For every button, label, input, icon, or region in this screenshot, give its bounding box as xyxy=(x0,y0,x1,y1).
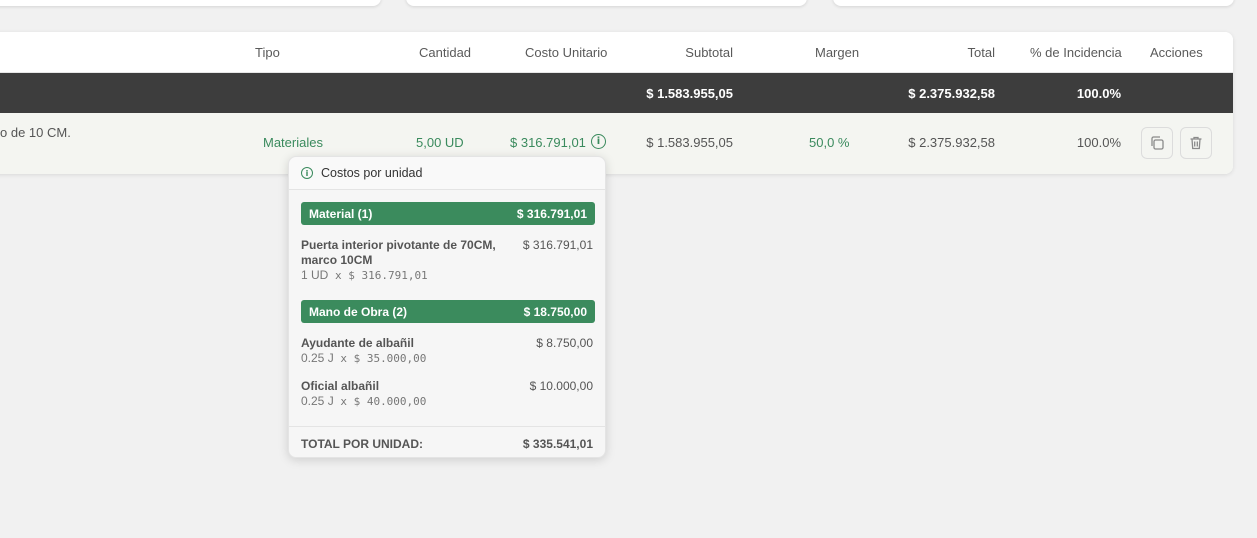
popover-header: i Costos por unidad xyxy=(289,157,605,190)
item-unit-price: x $ 40.000,00 xyxy=(340,395,427,408)
summary-total: $ 2.375.932,58 xyxy=(908,86,995,101)
popover-title: Costos por unidad xyxy=(321,166,423,180)
summary-subtotal: $ 1.583.955,05 xyxy=(646,86,733,101)
item-name: Puerta interior pivotante de 70CM, marco… xyxy=(301,238,496,267)
table-header: Tipo Cantidad Costo Unitario Subtotal Ma… xyxy=(0,32,1233,73)
item-unit-price: x $ 316.791,01 xyxy=(334,269,428,282)
item-total: $ 10.000,00 xyxy=(529,379,593,393)
header-total: Total xyxy=(967,45,995,60)
item-formula: 0.25 J x $ 40.000,00 xyxy=(301,394,426,408)
item-qty: 1 UD xyxy=(301,268,329,282)
summary-incidencia: 100.0% xyxy=(1076,86,1121,101)
total-label: TOTAL POR UNIDAD: xyxy=(301,437,423,451)
row-descripcion: o de 10 CM. xyxy=(0,125,71,140)
header-tipo: Tipo xyxy=(255,45,280,60)
row-costo-unitario: $ 316.791,01 xyxy=(510,135,586,150)
summary-row: $ 1.583.955,05 $ 2.375.932,58 100.0% xyxy=(0,73,1233,113)
header-costo-unitario: Costo Unitario xyxy=(525,45,608,60)
row-total: $ 2.375.932,58 xyxy=(908,135,995,150)
row-incidencia: 100.0% xyxy=(1076,135,1121,150)
group-header-mano-de-obra: Mano de Obra (2) $ 18.750,00 xyxy=(301,300,595,323)
popover-footer: TOTAL POR UNIDAD: $ 335.541,01 xyxy=(289,426,605,451)
trash-icon xyxy=(1190,136,1202,150)
delete-button[interactable] xyxy=(1180,127,1212,159)
info-icon: i xyxy=(301,167,313,179)
items-table: Tipo Cantidad Costo Unitario Subtotal Ma… xyxy=(0,32,1233,174)
row-cantidad: 5,00 UD xyxy=(416,135,464,150)
item-name: Ayudante de albañil xyxy=(301,336,414,350)
table-row[interactable]: o de 10 CM. Materiales 5,00 UD $ 316.791… xyxy=(0,113,1233,174)
copy-icon xyxy=(1151,136,1164,150)
header-subtotal: Subtotal xyxy=(685,45,733,60)
header-incidencia: % de Incidencia xyxy=(1030,45,1122,60)
top-card-left xyxy=(0,0,381,6)
group-value: $ 18.750,00 xyxy=(523,305,587,319)
header-margen: Margen xyxy=(815,45,860,60)
group-value: $ 316.791,01 xyxy=(516,207,587,221)
row-margen: 50,0 % xyxy=(809,135,850,150)
group-label: Material (1) xyxy=(309,207,373,221)
group-label: Mano de Obra (2) xyxy=(309,305,408,319)
item-total: $ 316.791,01 xyxy=(522,238,593,252)
item-name: Oficial albañil xyxy=(301,379,380,393)
item-total: $ 8.750,00 xyxy=(536,336,593,350)
row-subtotal: $ 1.583.955,05 xyxy=(646,135,733,150)
row-tipo: Materiales xyxy=(263,135,323,150)
info-icon[interactable]: i xyxy=(591,134,606,149)
total-value: $ 335.541,01 xyxy=(522,437,593,451)
item-qty: 0.25 J xyxy=(301,394,334,408)
item-formula: 1 UD x $ 316.791,01 xyxy=(301,268,428,282)
top-card-right xyxy=(833,0,1234,6)
item-qty: 0.25 J xyxy=(301,351,334,365)
duplicate-button[interactable] xyxy=(1141,127,1173,159)
cost-breakdown-popover: i Costos por unidad Material (1) $ 316.7… xyxy=(288,156,606,458)
top-card-middle xyxy=(406,0,807,6)
header-acciones: Acciones xyxy=(1150,45,1203,60)
group-header-material: Material (1) $ 316.791,01 xyxy=(301,202,595,225)
header-cantidad: Cantidad xyxy=(419,45,472,60)
item-formula: 0.25 J x $ 35.000,00 xyxy=(301,351,426,365)
item-unit-price: x $ 35.000,00 xyxy=(340,352,427,365)
